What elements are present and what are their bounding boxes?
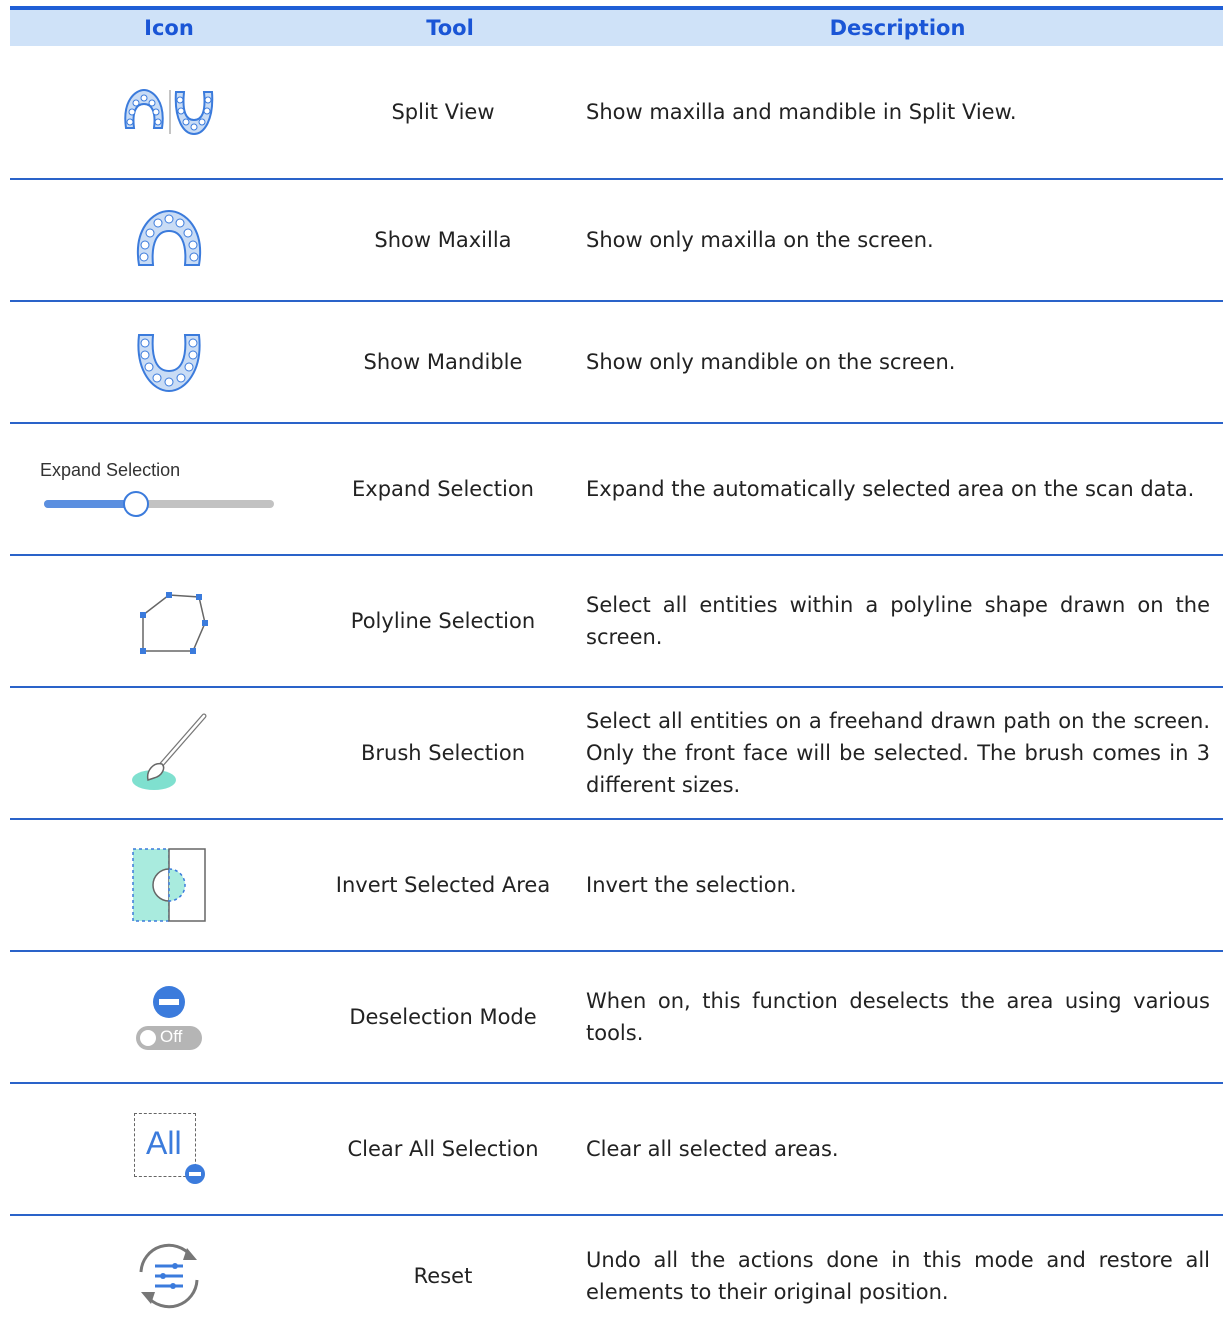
clear-all-icon: All bbox=[10, 1084, 328, 1214]
minus-badge-icon bbox=[185, 1164, 205, 1184]
table-row: Brush Selection Select all entities on a… bbox=[10, 688, 1223, 820]
expand-selection-slider-icon: Expand Selection bbox=[10, 424, 328, 554]
table-row: Expand Selection Expand Selection Expand… bbox=[10, 424, 1223, 556]
tool-name: Reset bbox=[413, 1264, 473, 1288]
tool-name: Show Mandible bbox=[363, 350, 523, 374]
table-row: Split View Show maxilla and mandible in … bbox=[10, 46, 1223, 180]
maxilla-icon bbox=[10, 180, 328, 300]
tool-description: Show maxilla and mandible in Split View. bbox=[586, 100, 1017, 124]
tool-description: Expand the automatically selected area o… bbox=[586, 477, 1195, 501]
table-row: Reset Undo all the actions done in this … bbox=[10, 1216, 1223, 1336]
tool-description: Show only mandible on the screen. bbox=[586, 350, 956, 374]
reset-icon bbox=[10, 1216, 328, 1336]
tool-description: When on, this function deselects the are… bbox=[586, 989, 1210, 1045]
off-toggle-icon: Off bbox=[136, 1026, 202, 1050]
tools-table: Icon Tool Description Split View Show ma… bbox=[10, 6, 1223, 1336]
tool-description: Select all entities within a polyline sh… bbox=[586, 593, 1210, 649]
tool-description: Show only maxilla on the screen. bbox=[586, 228, 934, 252]
header-tool: Tool bbox=[426, 16, 474, 40]
tool-description: Clear all selected areas. bbox=[586, 1137, 839, 1161]
slider-label: Expand Selection bbox=[40, 459, 181, 480]
header-icon: Icon bbox=[144, 16, 194, 40]
table-row: Off Deselection Mode When on, this funct… bbox=[10, 952, 1223, 1084]
table-row: Polyline Selection Select all entities w… bbox=[10, 556, 1223, 688]
table-header: Icon Tool Description bbox=[10, 6, 1223, 46]
tool-description: Select all entities on a freehand drawn … bbox=[586, 709, 1210, 797]
minus-circle-icon bbox=[153, 986, 185, 1018]
table-row: All Clear All Selection Clear all select… bbox=[10, 1084, 1223, 1216]
mandible-icon bbox=[10, 302, 328, 422]
toggle-label: Off bbox=[160, 1027, 183, 1046]
deselection-toggle-icon: Off bbox=[10, 952, 328, 1082]
tool-name: Brush Selection bbox=[360, 741, 526, 765]
clear-all-label: All bbox=[146, 1125, 182, 1161]
tool-name: Expand Selection bbox=[352, 477, 534, 501]
table-row: Show Maxilla Show only maxilla on the sc… bbox=[10, 180, 1223, 302]
table-row: Show Mandible Show only mandible on the … bbox=[10, 302, 1223, 424]
table-row: Invert Selected Area Invert the selectio… bbox=[10, 820, 1223, 952]
header-description: Description bbox=[829, 16, 966, 40]
slider-icon bbox=[44, 490, 274, 517]
brush-icon bbox=[10, 688, 328, 818]
invert-selection-icon bbox=[10, 820, 328, 950]
tool-name: Show Maxilla bbox=[374, 228, 512, 252]
split-view-icon bbox=[10, 46, 328, 178]
tool-description: Invert the selection. bbox=[586, 873, 797, 897]
tool-name: Clear All Selection bbox=[347, 1137, 539, 1161]
tool-name: Split View bbox=[391, 100, 495, 124]
tool-name: Invert Selected Area bbox=[335, 873, 551, 897]
tool-name: Deselection Mode bbox=[349, 1005, 537, 1029]
tool-name: Polyline Selection bbox=[350, 609, 536, 633]
polyline-icon bbox=[10, 556, 328, 686]
tool-description: Undo all the actions done in this mode a… bbox=[586, 1248, 1210, 1304]
